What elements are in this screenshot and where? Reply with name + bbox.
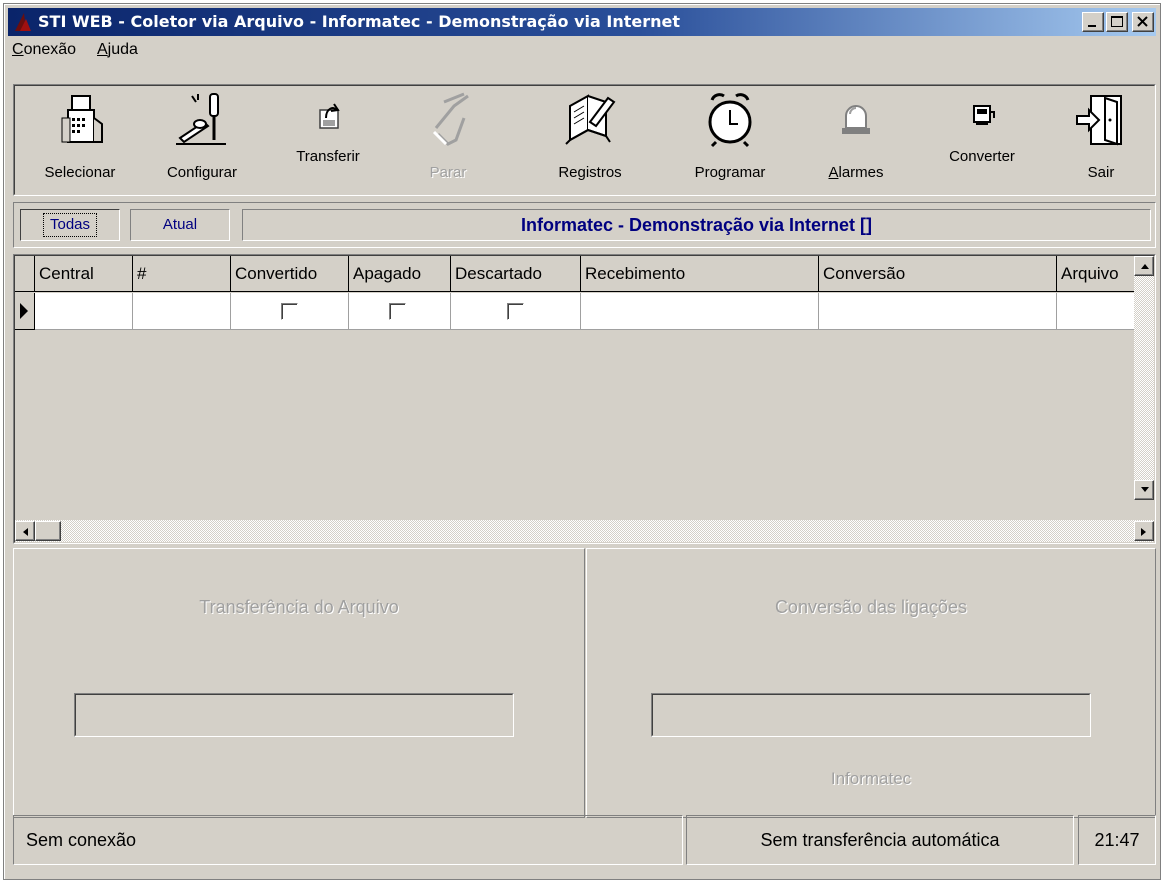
configurar-label: Configurar <box>166 164 238 181</box>
cell-recebimento[interactable] <box>581 293 819 330</box>
programar-button[interactable]: Programar <box>675 88 785 192</box>
app-icon <box>15 13 31 31</box>
row-indicator[interactable] <box>15 293 35 330</box>
descartado-checkbox[interactable] <box>507 303 524 320</box>
selecionar-button[interactable]: Selecionar <box>25 88 135 192</box>
registros-button[interactable]: Registros <box>535 88 645 192</box>
select-device-icon <box>61 95 103 143</box>
programar-label: Programar <box>694 164 766 181</box>
application-window: STI WEB - Coletor via Arquivo - Informat… <box>3 3 1161 880</box>
vertical-scrollbar[interactable] <box>1134 256 1154 520</box>
status-clock: 21:47 <box>1078 815 1156 865</box>
transfer-panel-title: Transferência do Arquivo <box>199 597 399 617</box>
menu-conexao-accel: C <box>12 41 24 58</box>
current-row-arrow-icon <box>20 303 28 319</box>
scroll-down-button[interactable] <box>1134 480 1154 500</box>
close-button[interactable] <box>1132 12 1154 32</box>
alarm-light-icon <box>842 105 870 134</box>
cell-descartado[interactable] <box>451 293 581 330</box>
close-icon <box>1137 16 1148 27</box>
column-header-convertido[interactable]: Convertido <box>231 256 349 292</box>
alarmes-button[interactable]: Alarmes <box>801 88 911 192</box>
conversion-progress-bar <box>651 693 1091 737</box>
menu-ajuda-rest: juda <box>107 41 138 58</box>
transfer-panel: Transferência do Arquivo <box>13 548 585 818</box>
menu-ajuda-accel: A <box>97 41 108 58</box>
alarm-clock-icon <box>708 93 752 148</box>
menu-conexao-rest: onexão <box>23 41 77 58</box>
selecionar-label: Selecionar <box>44 164 116 181</box>
horizontal-scrollbar[interactable] <box>15 520 1154 542</box>
maximize-button[interactable] <box>1106 12 1128 32</box>
arrow-left-icon <box>23 528 28 536</box>
alarmes-label: Alarmes <box>828 164 884 181</box>
parar-button[interactable]: Parar <box>393 88 503 192</box>
maximize-icon <box>1111 16 1123 27</box>
registros-label: Registros <box>558 164 622 181</box>
scroll-left-button[interactable] <box>15 521 35 541</box>
minimize-icon <box>1088 25 1096 27</box>
toolbar: Selecionar Configurar Transferir Parar R… <box>13 84 1156 196</box>
tab-atual[interactable]: Atual <box>130 209 230 241</box>
configurar-button[interactable]: Configurar <box>147 88 257 192</box>
column-header-central[interactable]: Central <box>35 256 133 292</box>
arrow-up-icon <box>1141 264 1149 269</box>
menu-conexao[interactable]: Conexão <box>12 41 76 59</box>
transferir-button[interactable]: Transferir <box>273 88 383 192</box>
transfer-icon <box>319 103 340 129</box>
cell-conversao[interactable] <box>819 293 1057 330</box>
status-auto-transfer: Sem transferência automática <box>686 815 1074 865</box>
column-header-number[interactable]: # <box>133 256 231 292</box>
sair-label: Sair <box>1087 164 1115 181</box>
cell-arquivo[interactable] <box>1057 293 1135 330</box>
convert-icon <box>973 105 995 125</box>
column-header-conversao[interactable]: Conversão <box>819 256 1057 292</box>
title-bar[interactable]: STI WEB - Coletor via Arquivo - Informat… <box>8 8 1156 36</box>
status-connection: Sem conexão <box>13 815 683 865</box>
tab-bar: Todas Atual Informatec - Demonstração vi… <box>13 202 1156 248</box>
horizontal-scroll-thumb[interactable] <box>35 521 61 541</box>
apagado-checkbox[interactable] <box>389 303 406 320</box>
grid-corner <box>15 256 35 292</box>
configure-tools-icon <box>176 93 226 145</box>
converter-label: Converter <box>949 148 1015 165</box>
converter-button[interactable]: Converter <box>927 88 1037 192</box>
cell-apagado[interactable] <box>349 293 451 330</box>
exit-door-icon <box>1076 95 1122 146</box>
vertical-scroll-track[interactable] <box>1134 276 1154 500</box>
window-title: STI WEB - Coletor via Arquivo - Informat… <box>38 12 680 31</box>
tab-atual-label: Atual <box>162 216 198 233</box>
arrow-down-icon <box>1141 487 1149 492</box>
transfer-progress-bar <box>74 693 514 737</box>
records-grid[interactable]: Central # Convertido Apagado Descartado … <box>13 254 1156 544</box>
parar-label: Parar <box>429 164 467 181</box>
cell-central[interactable] <box>35 293 133 330</box>
menu-ajuda[interactable]: Ajuda <box>97 41 138 59</box>
tab-todas[interactable]: Todas <box>20 209 120 241</box>
cell-convertido[interactable] <box>231 293 349 330</box>
minimize-button[interactable] <box>1082 12 1104 32</box>
tab-todas-label: Todas <box>42 213 98 237</box>
transferir-label: Transferir <box>296 148 360 165</box>
column-header-apagado[interactable]: Apagado <box>349 256 451 292</box>
conversion-panel-footer: Informatec <box>830 769 912 788</box>
scroll-up-button[interactable] <box>1134 256 1154 276</box>
cell-number[interactable] <box>133 293 231 330</box>
stop-hand-icon <box>432 92 469 146</box>
sair-button[interactable]: Sair <box>1051 88 1151 192</box>
scroll-right-button[interactable] <box>1134 521 1154 541</box>
convertido-checkbox[interactable] <box>281 303 298 320</box>
tab-title: Informatec - Demonstração via Internet [… <box>242 209 1151 241</box>
column-header-recebimento[interactable]: Recebimento <box>581 256 819 292</box>
menu-bar: Conexão Ajuda <box>8 37 1156 63</box>
column-header-arquivo[interactable]: Arquivo <box>1057 256 1135 292</box>
records-book-icon <box>565 94 616 145</box>
column-header-descartado[interactable]: Descartado <box>451 256 581 292</box>
conversion-panel-title: Conversão das ligações <box>774 597 968 617</box>
conversion-panel: Conversão das ligações Informatec <box>586 548 1156 818</box>
arrow-right-icon <box>1141 528 1146 536</box>
